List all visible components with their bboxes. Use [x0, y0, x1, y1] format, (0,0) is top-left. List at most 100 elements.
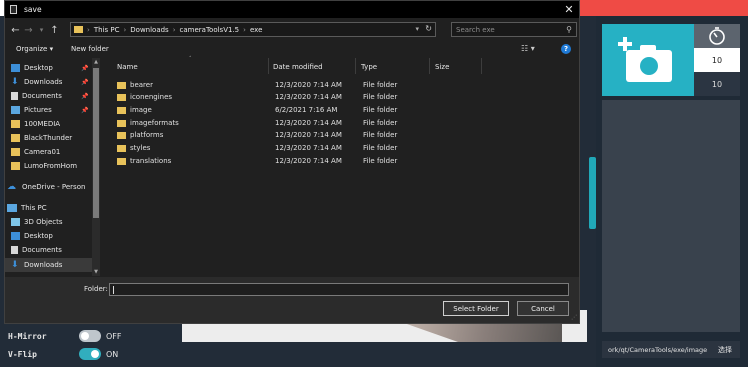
list-item[interactable]: iconengines 12/3/2020 7:14 AM File folde…: [113, 91, 443, 103]
nav-pane-scrollbar[interactable]: ▲ ▼: [92, 58, 100, 276]
document-icon: [11, 92, 18, 100]
add-photo-icon: [618, 37, 672, 82]
new-folder-button[interactable]: New folder: [71, 45, 109, 53]
nav-item-documents-pc[interactable]: Documents: [5, 243, 99, 257]
folder-name-input[interactable]: [109, 283, 569, 296]
list-item[interactable]: imageformats 12/3/2020 7:14 AM File fold…: [113, 117, 443, 129]
breadcrumb-separator: ›: [123, 25, 127, 34]
list-item[interactable]: styles 12/3/2020 7:14 AM File folder: [113, 142, 443, 154]
folder-icon: [117, 158, 126, 165]
timer-button[interactable]: [694, 24, 740, 48]
organize-button[interactable]: Organize ▾: [16, 45, 53, 53]
column-divider[interactable]: [355, 58, 356, 74]
folder-icon: [117, 132, 126, 139]
dialog-titlebar: save ✕: [5, 1, 579, 18]
scroll-up-icon[interactable]: ▲: [92, 59, 100, 65]
column-size[interactable]: Size: [435, 60, 449, 74]
capture-button[interactable]: [602, 24, 694, 96]
address-dropdown-icon[interactable]: ▾: [415, 25, 419, 33]
list-item[interactable]: bearer 12/3/2020 7:14 AM File folder: [113, 79, 443, 91]
column-type[interactable]: Type: [361, 60, 377, 74]
v-flip-switch[interactable]: [79, 348, 101, 360]
search-box[interactable]: Search exe ⚲: [451, 22, 577, 37]
folder-icon: [117, 145, 126, 152]
column-divider[interactable]: [268, 58, 269, 74]
column-date-modified[interactable]: Date modified: [273, 60, 323, 74]
document-icon: [11, 246, 18, 254]
nav-item-camera01[interactable]: Camera01: [5, 145, 99, 159]
nav-item-3d-objects[interactable]: 3D Objects: [5, 215, 99, 229]
breadcrumb-downloads[interactable]: Downloads: [130, 26, 168, 34]
list-item[interactable]: image 6/2/2021 7:16 AM File folder: [113, 104, 443, 116]
nav-item-this-pc[interactable]: This PC: [5, 201, 95, 215]
nav-item-label: Camera01: [24, 148, 61, 156]
count-value-field[interactable]: 10: [694, 72, 740, 96]
nav-item-downloads-pc[interactable]: ⬇ Downloads: [5, 258, 99, 272]
nav-item-label: Documents: [22, 92, 62, 100]
back-arrow-icon[interactable]: ←: [9, 23, 22, 37]
nav-item-desktop[interactable]: Desktop 📌: [5, 61, 99, 75]
nav-item-lumofromhom[interactable]: LumoFromHom: [5, 159, 99, 173]
column-name[interactable]: Name: [117, 60, 138, 74]
folder-icon: [117, 82, 126, 89]
file-name: iconengines: [130, 93, 173, 101]
file-name: translations: [130, 157, 172, 165]
breadcrumb-separator: ›: [243, 25, 246, 34]
desktop-icon: [11, 232, 20, 240]
recent-dropdown-icon[interactable]: ▾: [35, 23, 48, 37]
close-button[interactable]: ✕: [561, 1, 577, 18]
breadcrumb-cameratools[interactable]: cameraToolsV1.5: [180, 26, 240, 34]
app-accent-bar: [580, 0, 748, 16]
folder-label: Folder:: [84, 285, 108, 293]
scroll-down-icon[interactable]: ▼: [92, 269, 100, 275]
select-folder-dialog: save ✕ ← → ▾ ↑ › This PC › Downloads › c…: [4, 0, 580, 324]
nav-item-label: Desktop: [24, 232, 53, 240]
refresh-icon[interactable]: ↻: [425, 24, 432, 33]
timer-value-field[interactable]: 10: [694, 48, 740, 72]
view-options-icon[interactable]: ☷ ▾: [521, 44, 535, 53]
dialog-footer: Folder: Select Folder Cancel ⋰: [5, 277, 579, 323]
column-divider[interactable]: [429, 58, 430, 74]
h-mirror-switch[interactable]: [79, 330, 101, 342]
panel-drag-handle[interactable]: [589, 157, 596, 229]
nav-item-documents[interactable]: Documents 📌: [5, 89, 99, 103]
nav-item-100media[interactable]: 100MEDIA: [5, 117, 99, 131]
nav-item-blackthunder[interactable]: BlackThunder: [5, 131, 99, 145]
file-name: bearer: [130, 81, 153, 89]
file-name: styles: [130, 144, 151, 152]
breadcrumb-exe[interactable]: exe: [250, 26, 262, 34]
h-mirror-row: H-Mirror OFF: [8, 329, 122, 343]
file-date: 12/3/2020 7:14 AM: [275, 93, 342, 101]
nav-item-label: 100MEDIA: [24, 120, 61, 128]
file-name: platforms: [130, 131, 164, 139]
nav-item-label: Desktop: [24, 64, 53, 72]
desktop-icon: [11, 64, 20, 72]
file-date: 12/3/2020 7:14 AM: [275, 131, 342, 139]
nav-item-label: Downloads: [24, 261, 63, 269]
nav-item-downloads[interactable]: ⬇ Downloads 📌: [5, 75, 99, 89]
help-icon[interactable]: ?: [561, 44, 571, 54]
browse-button[interactable]: 选择: [718, 345, 732, 355]
nav-item-desktop-pc[interactable]: Desktop: [5, 229, 99, 243]
breadcrumb-this-pc[interactable]: This PC: [94, 26, 120, 34]
nav-item-onedrive[interactable]: ☁ OneDrive - Person: [5, 180, 95, 194]
column-divider[interactable]: [481, 58, 482, 74]
search-icon: ⚲: [566, 25, 572, 34]
list-item[interactable]: translations 12/3/2020 7:14 AM File fold…: [113, 155, 443, 167]
cancel-button[interactable]: Cancel: [517, 301, 569, 316]
list-item[interactable]: platforms 12/3/2020 7:14 AM File folder: [113, 129, 443, 141]
file-list: ˄ Name Date modified Type Size bearer 12…: [103, 56, 579, 276]
timer-icon: [709, 27, 725, 45]
address-bar[interactable]: › This PC › Downloads › cameraToolsV1.5 …: [70, 22, 436, 37]
up-arrow-icon[interactable]: ↑: [48, 23, 61, 37]
settings-panel: H-Mirror OFF V-Flip ON: [0, 322, 182, 367]
nav-item-pictures[interactable]: Pictures 📌: [5, 103, 99, 117]
file-name: imageformats: [130, 119, 179, 127]
folder-icon: [11, 134, 20, 142]
nav-item-label: This PC: [21, 204, 47, 212]
forward-arrow-icon[interactable]: →: [22, 23, 35, 37]
scrollbar-thumb[interactable]: [93, 68, 99, 218]
navigation-bar: ← → ▾ ↑ › This PC › Downloads › cameraTo…: [5, 21, 579, 39]
resize-grip-icon[interactable]: ⋰: [571, 314, 577, 321]
select-folder-button[interactable]: Select Folder: [443, 301, 509, 316]
